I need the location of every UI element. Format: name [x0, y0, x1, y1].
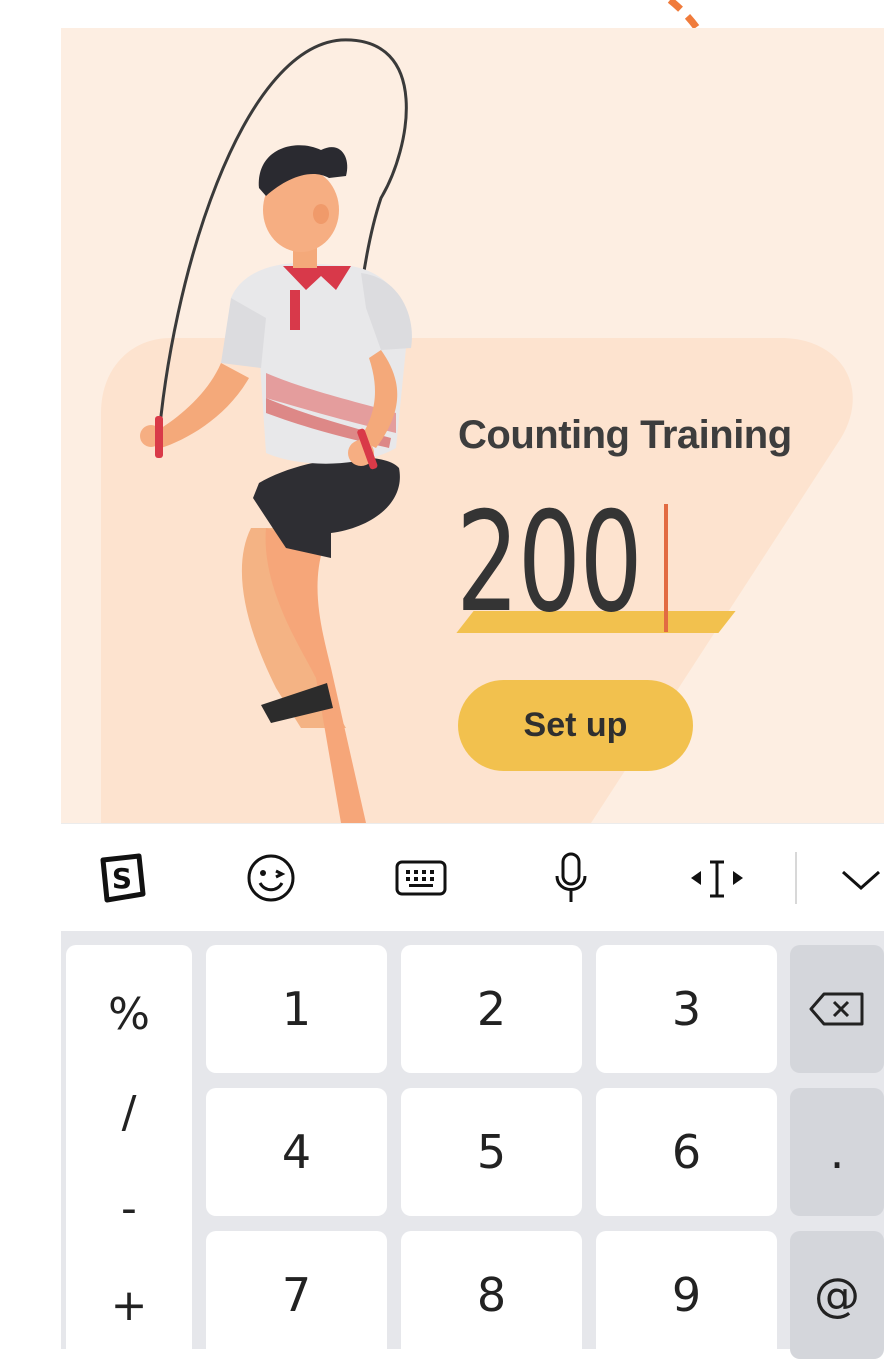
- symbol-key-slash[interactable]: /: [66, 1087, 192, 1138]
- chevron-down-icon[interactable]: [831, 850, 884, 906]
- setup-button[interactable]: Set up: [458, 680, 693, 771]
- count-value-input[interactable]: 200: [456, 488, 643, 638]
- key-1[interactable]: 1: [206, 945, 387, 1073]
- dot-key[interactable]: .: [790, 1088, 884, 1216]
- keyboard-icon[interactable]: [393, 850, 449, 906]
- key-5[interactable]: 5: [401, 1088, 582, 1216]
- key-6[interactable]: 6: [596, 1088, 777, 1216]
- toolbar-divider: [795, 852, 797, 904]
- cursor-move-icon[interactable]: [689, 850, 745, 906]
- key-4[interactable]: 4: [206, 1088, 387, 1216]
- key-9[interactable]: 9: [596, 1231, 777, 1359]
- key-3[interactable]: 3: [596, 945, 777, 1073]
- backspace-icon: [809, 992, 864, 1026]
- training-card: Counting Training 200 Set up: [61, 28, 884, 823]
- backspace-key[interactable]: [790, 945, 884, 1073]
- sogou-logo-icon[interactable]: S: [93, 850, 149, 906]
- at-key[interactable]: @: [790, 1231, 884, 1359]
- symbol-key-percent[interactable]: %: [66, 989, 192, 1040]
- numeric-keyboard: % / - + 1 2 3 4 5 6 7 8 9 . @: [61, 931, 884, 1365]
- key-2[interactable]: 2: [401, 945, 582, 1073]
- microphone-icon[interactable]: [543, 850, 599, 906]
- key-8[interactable]: 8: [401, 1231, 582, 1359]
- key-7[interactable]: 7: [206, 1231, 387, 1359]
- symbol-key-plus[interactable]: +: [66, 1280, 192, 1331]
- symbol-column[interactable]: % / - +: [66, 945, 192, 1365]
- card-title: Counting Training: [458, 413, 792, 457]
- text-cursor: [664, 504, 668, 632]
- emoji-icon[interactable]: [243, 850, 299, 906]
- symbol-key-minus[interactable]: -: [66, 1183, 192, 1234]
- svg-text:S: S: [112, 862, 132, 895]
- keyboard-toolbar: S: [61, 823, 884, 932]
